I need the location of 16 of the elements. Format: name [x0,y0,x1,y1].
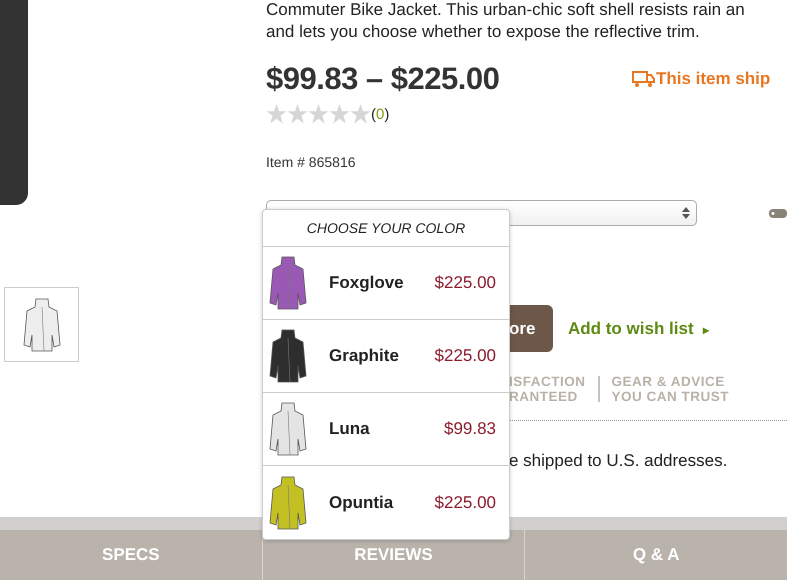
description-line: Commuter Bike Jacket. This urban-chic soft shell resists rain an [266,0,746,20]
color-name: Opuntia [329,492,394,512]
color-name: Graphite [329,346,400,366]
description-line: and lets you choose whether to expose the reflective trim. [266,21,701,43]
color-name: Luna [329,419,371,439]
shipping-info: e shipped to U.S. addresses. [509,451,728,471]
item-number: Item # 865816 [266,154,357,170]
trust-label: ISFACTION RANTEED [509,374,586,404]
color-price: $99.83 [444,419,496,439]
trust-label: GEAR & ADVICE YOU CAN TRUST [612,374,730,404]
popover-title: CHOOSE YOUR COLOR [263,210,509,247]
color-price: $225.00 [434,346,496,366]
price-range: $99.83 – $225.00 [266,61,500,97]
color-price: $225.00 [434,273,496,293]
color-name: Foxglove [329,273,405,293]
color-price: $225.00 [434,492,496,512]
